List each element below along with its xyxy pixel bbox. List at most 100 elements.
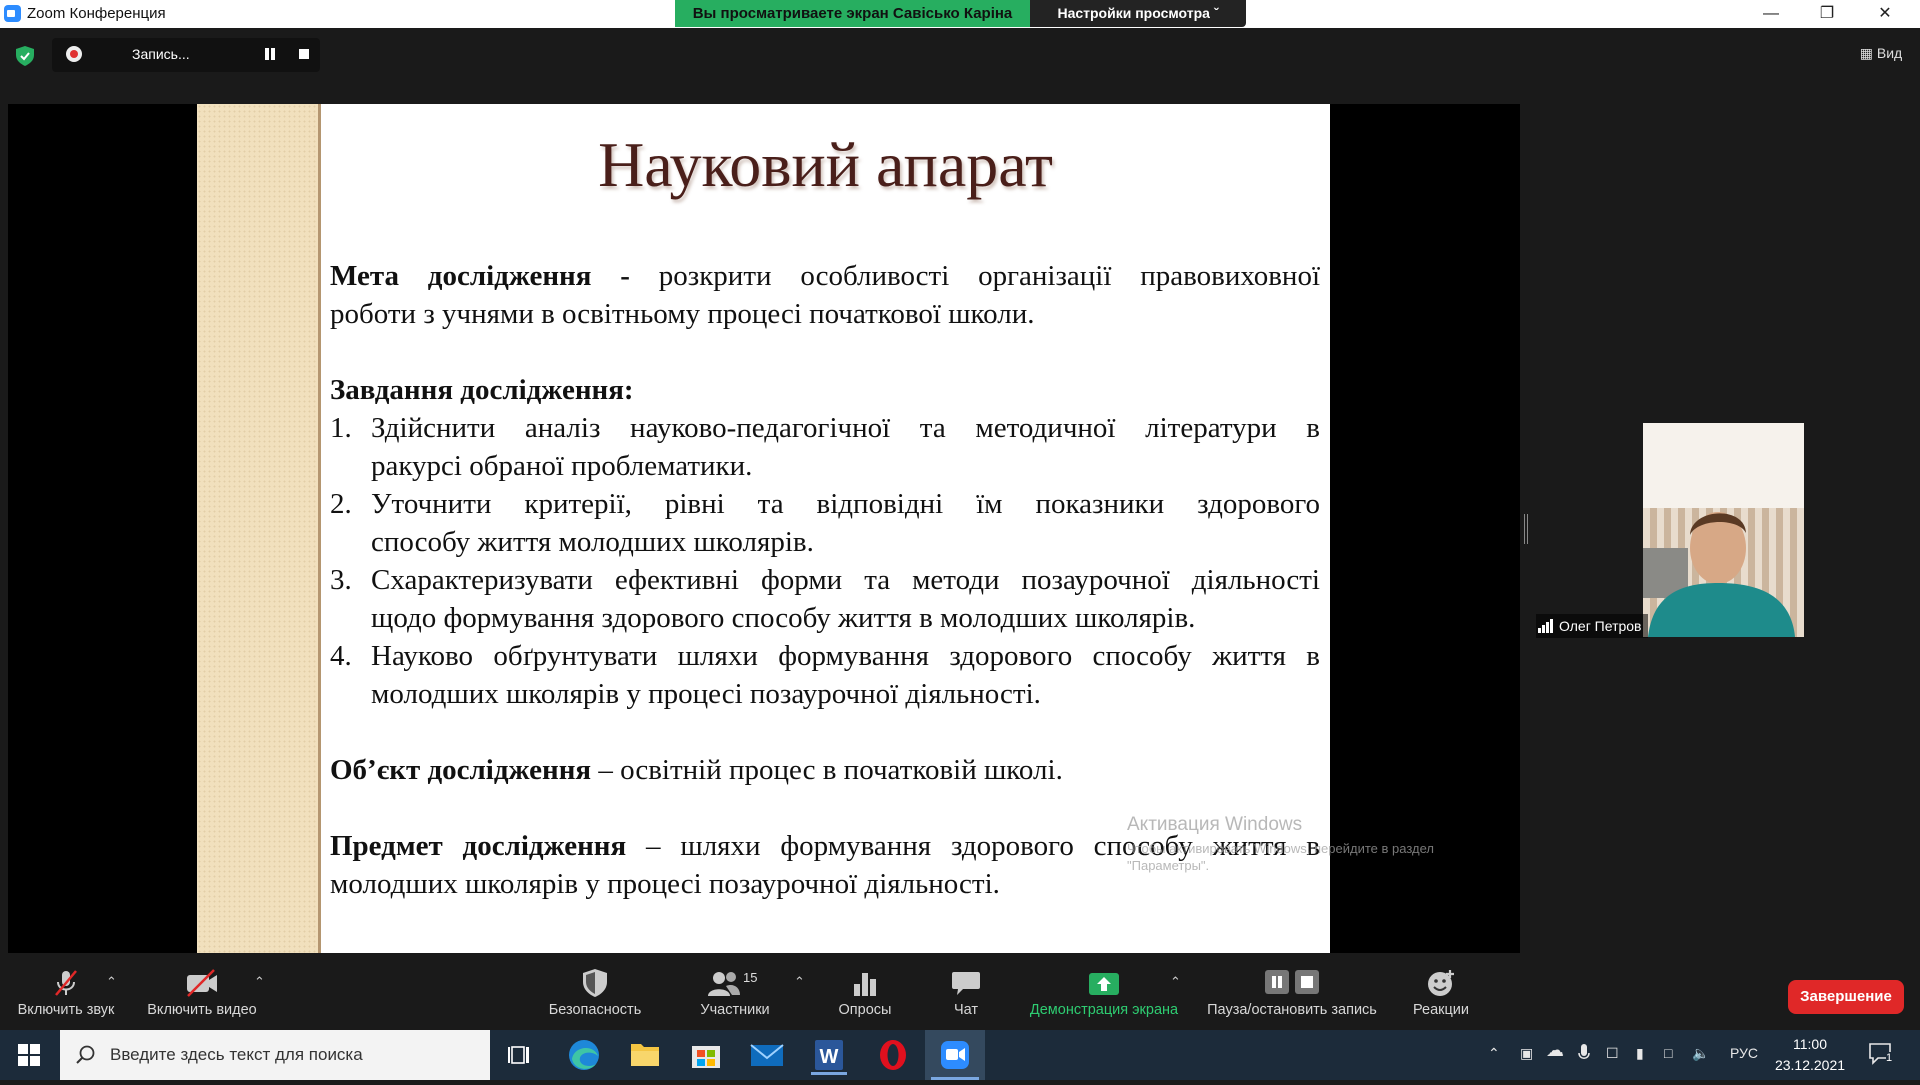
video-options-caret[interactable]: ⌃ [254,974,265,990]
microphone-tray-icon[interactable] [1578,1044,1590,1064]
onedrive-cloud-icon[interactable]: ☁ [1546,1040,1564,1061]
participants-icon-wrap: 15 [705,968,765,998]
share-screen-icon [1089,973,1119,995]
share-screen-button[interactable]: Демонстрация экрана [1020,968,1188,1028]
polls-chart-icon [854,973,876,996]
list-number: 4. [330,640,352,672]
task-view-icon[interactable] [492,1034,548,1076]
word-icon[interactable]: W [801,1034,857,1076]
end-meeting-button[interactable]: Завершение [1788,980,1904,1014]
pause-stop-recording-label: Пауза/остановить запись [1207,1002,1377,1018]
slide-line: Уточнити критерії, рівні та відповідні ї… [371,488,1320,520]
restore-button[interactable]: ❐ [1804,0,1850,28]
participant-video[interactable] [1643,423,1804,637]
participants-button[interactable]: 15 Участники [685,968,785,1028]
reactions-label: Реакции [1412,1002,1469,1018]
recording-dot-icon [66,46,82,62]
slide-line: щодо формування здорового способу життя … [371,602,1196,634]
participants-label: Участники [700,1002,770,1018]
opera-browser-icon[interactable] [865,1034,921,1076]
notifications-button[interactable]: 1 [1868,1042,1894,1066]
slide-line: Науково обґрунтувати шляхи формування зд… [371,640,1320,672]
encryption-shield-icon[interactable] [16,46,34,66]
tray-clock[interactable]: 11:00 23.12.2021 [1770,1034,1850,1076]
audio-options-caret[interactable]: ⌃ [106,974,117,990]
unmute-label: Включить звук [17,1002,115,1018]
taskbar-zoom-active[interactable] [925,1030,985,1080]
chevron-down-icon: ˇ [1213,5,1219,21]
start-video-button[interactable]: Включить видео [138,968,266,1028]
minimize-button[interactable]: — [1748,0,1794,28]
panel-splitter-handle[interactable] [1524,514,1528,544]
polls-button[interactable]: Опросы [825,968,905,1028]
reactions-smiley-icon [1428,970,1454,996]
polls-label: Опросы [838,1002,892,1018]
grid-icon: ▦ [1859,45,1873,61]
security-label: Безопасность [548,1002,642,1018]
pause-recording-icon[interactable] [264,48,276,60]
microphone-muted-icon [55,970,77,996]
share-banner: Вы просматриваете экран Савісько Каріна [675,0,1030,27]
meet-now-icon[interactable]: ▣ [1520,1045,1533,1062]
zoom-taskbar-icon [931,1041,979,1080]
clock-time: 11:00 [1793,1036,1827,1052]
slide-decorative-strip [197,104,321,953]
slide-line: Завдання дослідження: [330,374,634,406]
windows-start-icon[interactable] [18,1044,40,1066]
recording-label: Запись... [132,46,190,62]
participant-name: Олег Петров [1559,618,1642,634]
battery-icon[interactable]: ▮ [1636,1045,1644,1062]
microsoft-store-icon[interactable] [678,1034,734,1076]
chat-button[interactable]: Чат [926,968,1006,1028]
view-button-label: Вид [1876,45,1903,61]
slide-line: роботи з учнями в освітньому процесі поч… [330,298,1035,330]
close-button[interactable]: ✕ [1862,0,1908,28]
slide-line: молодших школярів у процесі позаурочної … [371,678,1041,710]
list-number: 2. [330,488,352,520]
people-icon [708,972,740,996]
list-number: 3. [330,564,352,596]
stop-recording-icon[interactable] [299,49,309,59]
zoom-app-icon [4,5,21,22]
share-options-caret[interactable]: ⌃ [1170,974,1181,990]
network-warning-icon[interactable]: ☐ [1606,1045,1619,1062]
camera-off-icon [187,969,217,997]
slide-line: Схарактеризувати ефективні форми та мето… [371,564,1320,596]
display-icon[interactable]: □ [1664,1045,1672,1061]
mail-icon[interactable] [739,1034,795,1076]
participant-video-frame [1643,423,1804,637]
participants-options-caret[interactable]: ⌃ [794,974,805,990]
security-shield-icon [583,969,607,997]
participants-count: 15 [743,970,758,985]
chat-label: Чат [953,1002,979,1018]
view-button[interactable]: ▦ Вид [1850,40,1912,66]
volume-icon[interactable]: 🔈 [1692,1045,1709,1062]
slide-line: способу життя молодших школярів. [371,526,814,558]
chat-bubble-icon [952,972,980,995]
file-explorer-icon[interactable] [617,1034,673,1076]
slide-title: Науковий апарат [598,129,1053,200]
taskbar-search-box[interactable]: Введите здесь текст для поиска [60,1030,490,1080]
pause-stop-icon [1265,970,1319,994]
notifications-count: 1 [1886,1052,1893,1064]
slide-line: Здійснити аналіз науково-педагогічної та… [371,412,1320,444]
start-video-label: Включить видео [147,1002,257,1018]
search-icon [76,1045,95,1064]
slide-line: Об’єкт дослідження – освітній процес в п… [330,754,1063,786]
participant-name-tag: Олег Петров [1536,614,1648,638]
view-options-button[interactable]: Настройки просмотра ˇ [1030,0,1246,27]
edge-browser-icon[interactable] [556,1034,612,1076]
input-language[interactable]: РУС [1730,1045,1758,1061]
clock-date: 23.12.2021 [1774,1057,1846,1073]
windows-activation-text: Чтобы активировать Windows, перейдите в … [1127,841,1434,873]
security-button[interactable]: Безопасность [540,968,650,1028]
share-screen-label: Демонстрация экрана [1029,1002,1179,1018]
view-options-label: Настройки просмотра [1057,5,1210,21]
slide-line: ракурсі обраної проблематики. [371,450,753,482]
signal-strength-icon [1538,619,1553,633]
tray-overflow-icon[interactable]: ⌃ [1488,1045,1500,1062]
pause-stop-recording-button[interactable]: Пауза/остановить запись [1198,968,1386,1028]
svg-text:W: W [820,1046,839,1068]
window-title: Zoom Конференция [27,5,166,22]
reactions-button[interactable]: Реакции [1400,968,1482,1028]
